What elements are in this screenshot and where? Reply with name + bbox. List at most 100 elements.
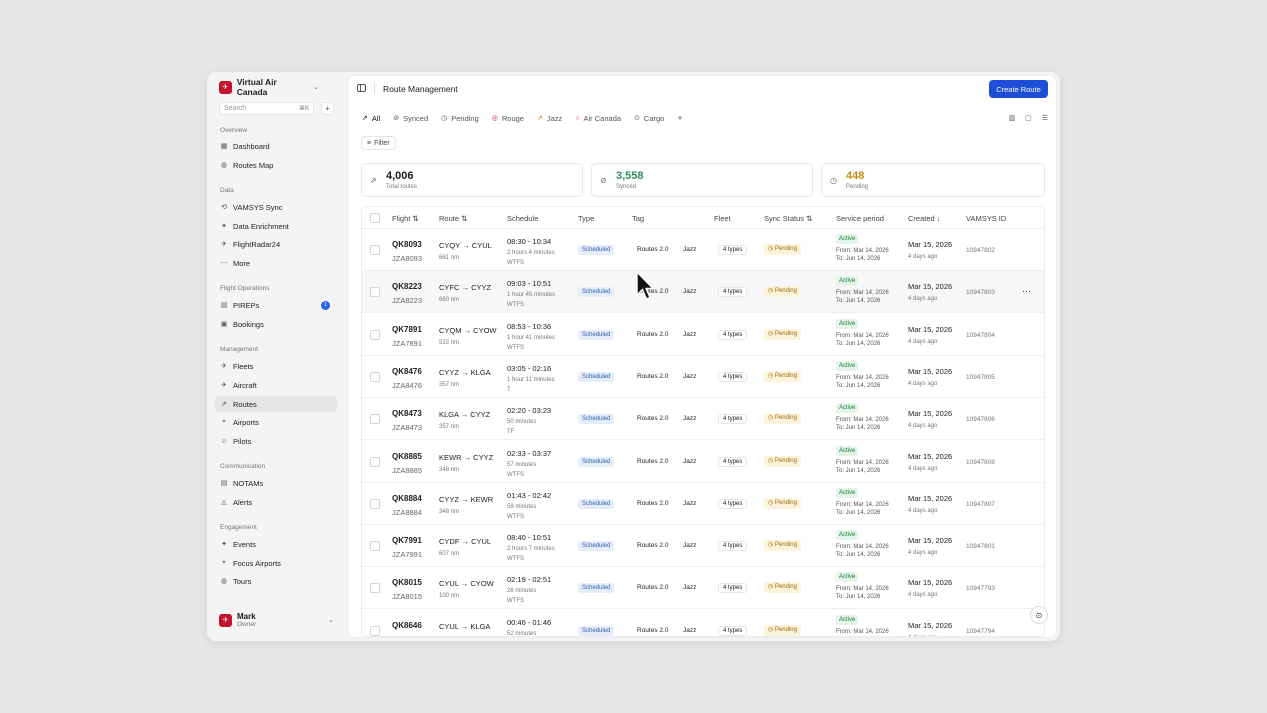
- sidebar-item-fleets[interactable]: ✈ Fleets: [215, 358, 337, 374]
- create-route-button[interactable]: Create Route: [989, 80, 1048, 98]
- synced-icon: ⊘: [600, 176, 607, 185]
- table-row[interactable]: QK8093 JZA8093 CYQY → CYUL 661 nm 08:30 - 10…: [362, 229, 1044, 271]
- sidebar-item-pilots[interactable]: ☺ Pilots: [215, 433, 337, 449]
- list-view-icon[interactable]: ☰: [1042, 114, 1048, 122]
- flight-number[interactable]: QK8093: [392, 240, 422, 249]
- flight-number[interactable]: QK8223: [392, 282, 422, 291]
- sidebar-item-vamsys-sync[interactable]: ⟲ VAMSYS Sync: [215, 199, 337, 215]
- tab-synced[interactable]: ⊘ Synced: [393, 114, 428, 123]
- schedule-time: 09:03 - 10:51: [507, 279, 552, 289]
- sync-status-label: Pending: [774, 330, 797, 337]
- sidebar-item-routes-map[interactable]: ◍ Routes Map: [215, 157, 337, 173]
- sidebar-item-bookings[interactable]: ▣ Bookings: [215, 316, 337, 332]
- sidebar-item-label: Alerts: [233, 497, 253, 507]
- tab-cargo[interactable]: ⊙ Cargo: [634, 114, 664, 123]
- fleet-badge[interactable]: 4 types: [718, 414, 748, 425]
- row-checkbox[interactable]: [370, 541, 380, 552]
- fleet-badge[interactable]: 4 types: [718, 583, 748, 594]
- flight-number[interactable]: QK8476: [392, 367, 422, 376]
- sidebar-item-airports[interactable]: ⌖ Airports: [215, 414, 337, 430]
- row-checkbox[interactable]: [370, 245, 380, 255]
- flight-number[interactable]: QK8884: [392, 494, 422, 503]
- row-checkbox[interactable]: [370, 583, 380, 594]
- row-checkbox[interactable]: [370, 625, 380, 636]
- tab-pending[interactable]: ◷ Pending: [441, 114, 479, 123]
- row-checkbox[interactable]: [370, 371, 380, 382]
- sidebar-item-flightradar24[interactable]: ✈ FlightRadar24: [215, 236, 337, 252]
- sidebar-item-data-enrichment[interactable]: ✦ Data Enrichment: [215, 218, 337, 234]
- section-overview: Overview: [220, 127, 248, 134]
- flight-number[interactable]: QK8015: [392, 578, 422, 587]
- table-row[interactable]: QK8015 JZA8015 CYUL → CYOW 100 nm 02:19 - 02…: [362, 567, 1044, 610]
- table-row[interactable]: QK8884 JZA8884 CYYZ → KEWR 348 nm 01:43 - 02…: [362, 483, 1044, 525]
- created-relative: 4 days ago: [908, 296, 938, 303]
- sidebar-item-focus-airports[interactable]: ⌖ Focus Airports: [215, 555, 337, 571]
- service-to: To: Jun 14, 2026: [836, 298, 881, 305]
- fleet-badge[interactable]: 4 types: [718, 498, 748, 509]
- search-input[interactable]: Search ⌘K: [219, 102, 314, 115]
- row-checkbox[interactable]: [370, 414, 380, 425]
- service-from: From: Mar 14, 2026: [836, 586, 889, 593]
- synced-icon: ⊘: [393, 115, 400, 122]
- table-row[interactable]: QK8473 JZA8473 KLGA → CYYZ 357 nm 02:20 - 03…: [362, 398, 1044, 441]
- add-button[interactable]: +: [321, 102, 334, 115]
- tab-air-canada[interactable]: ○ Air Canada: [575, 114, 621, 123]
- flight-number[interactable]: QK8885: [392, 452, 422, 461]
- flight-number[interactable]: QK8646: [392, 621, 422, 630]
- row-checkbox[interactable]: [370, 329, 380, 340]
- schedule-time: 08:30 - 10:34: [507, 237, 552, 246]
- user-menu[interactable]: ✈ Mark Owner ⌄: [219, 610, 334, 630]
- sidebar-item-aircraft[interactable]: ✈ Aircraft: [215, 377, 337, 393]
- table-row[interactable]: QK8223 JZA8223 CYFC → CYYZ 660 nm 09:03 - 10…: [362, 271, 1044, 314]
- select-all-checkbox[interactable]: [370, 213, 380, 223]
- table-row[interactable]: QK8885 JZA8885 KEWR → CYYZ 348 nm 02:33 - 03…: [362, 441, 1044, 483]
- column-sync-status[interactable]: Sync Status ⇅: [764, 214, 812, 223]
- row-checkbox[interactable]: [370, 498, 380, 509]
- grid-view-icon[interactable]: ▢: [1025, 114, 1032, 122]
- sidebar-item-dashboard[interactable]: ▦ Dashboard: [215, 138, 337, 154]
- table-row[interactable]: QK8476 JZA8476 CYYZ → KLGA 357 nm 03:05 - 02…: [362, 356, 1044, 398]
- schedule-time: 02:33 - 03:37: [507, 448, 552, 458]
- sidebar-toggle-icon[interactable]: [357, 84, 366, 92]
- row-checkbox[interactable]: [370, 287, 380, 298]
- tab-rouge[interactable]: ◎ Rouge: [492, 114, 524, 123]
- sidebar-item-events[interactable]: ✦ Events: [215, 536, 337, 552]
- fleet-badge[interactable]: 4 types: [718, 287, 748, 298]
- sidebar-item-tours[interactable]: ◍ Tours: [215, 573, 337, 589]
- fleet-badge[interactable]: 4 types: [718, 329, 748, 340]
- filter-button[interactable]: ≡ Filter: [361, 136, 396, 150]
- route-icon: ⇗: [370, 176, 377, 185]
- fleet-badge[interactable]: 4 types: [718, 456, 748, 467]
- tag-airline: Jazz: [683, 415, 697, 423]
- fleet-badge[interactable]: 4 types: [718, 371, 748, 382]
- column-route[interactable]: Route ⇅: [439, 214, 467, 223]
- sidebar-item-notams[interactable]: ▤ NOTAMs: [215, 475, 337, 491]
- fleet-badge[interactable]: 4 types: [718, 245, 748, 255]
- table-row[interactable]: QK7991 JZA7991 CYDF → CYUL 607 nm 08:40 - 10…: [362, 525, 1044, 568]
- flight-number[interactable]: QK8473: [392, 409, 422, 418]
- flight-number[interactable]: QK7991: [392, 536, 422, 545]
- plane-icon: ✈: [221, 363, 227, 370]
- table-row[interactable]: QK7891 JZA7891 CYQM → CYOW 533 nm 08:53 - 10…: [362, 314, 1044, 356]
- column-flight[interactable]: Flight ⇅: [392, 214, 419, 223]
- workspace-switcher[interactable]: ✈ Virtual Air Canada ⌄: [219, 77, 319, 97]
- sidebar-item-pireps[interactable]: ▤ PIREPs 1: [215, 297, 337, 313]
- floating-action-button[interactable]: ⊙: [1030, 606, 1048, 624]
- add-tab-icon[interactable]: +: [677, 113, 682, 123]
- flight-number[interactable]: QK7891: [392, 325, 422, 334]
- row-checkbox[interactable]: [370, 456, 380, 467]
- sidebar-item-more[interactable]: ⋯ More: [215, 255, 337, 271]
- tab-jazz[interactable]: ↗ Jazz: [537, 114, 562, 123]
- fleet-badge[interactable]: 4 types: [718, 625, 748, 636]
- tab-all[interactable]: ⇗ All: [362, 114, 380, 123]
- sidebar-item-routes[interactable]: ⇗ Routes: [215, 396, 337, 412]
- column-created[interactable]: Created ↓: [908, 214, 941, 223]
- type-badge: Scheduled: [578, 625, 615, 636]
- row-menu-icon[interactable]: ⋯: [1022, 286, 1031, 297]
- table-row[interactable]: QK8646 JZA8646 CYUL → KLGA 326 nm 00:46 - 01…: [362, 610, 1044, 636]
- fleet-badge[interactable]: 4 types: [718, 541, 748, 552]
- sidebar-item-alerts[interactable]: ◬ Alerts: [215, 494, 337, 510]
- chart-view-icon[interactable]: ▥: [1008, 114, 1015, 122]
- schedule-time: 02:20 - 03:23: [507, 406, 552, 416]
- tag-airline: Jazz: [683, 499, 697, 507]
